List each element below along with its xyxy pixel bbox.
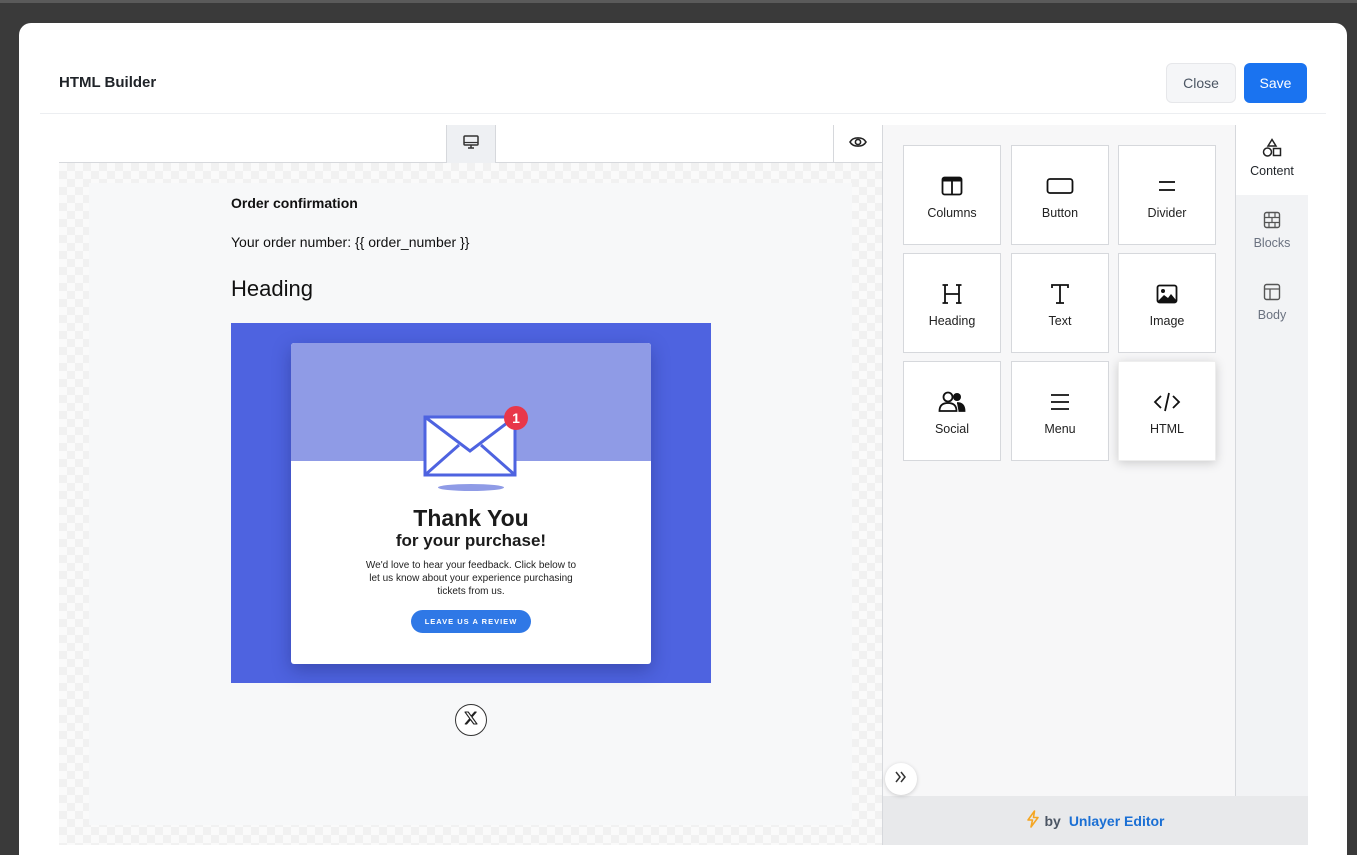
modal-title: HTML Builder bbox=[59, 74, 157, 91]
tool-label: Divider bbox=[1147, 206, 1187, 220]
html-icon bbox=[1153, 390, 1181, 414]
canvas-toolbar bbox=[59, 125, 882, 163]
heading-block[interactable]: Heading bbox=[231, 276, 313, 302]
tool-columns[interactable]: Columns bbox=[903, 145, 1001, 245]
editor: Order confirmation Your order number: {{… bbox=[59, 125, 1308, 845]
heading-icon bbox=[942, 282, 962, 306]
lightning-icon bbox=[1026, 810, 1040, 831]
desktop-view-button[interactable] bbox=[446, 125, 496, 163]
shapes-icon bbox=[1262, 137, 1282, 159]
tool-label: Columns bbox=[927, 206, 977, 220]
tool-divider[interactable]: Divider bbox=[1118, 145, 1216, 245]
envelope-icon: 1 bbox=[421, 405, 531, 482]
notification-badge: 1 bbox=[512, 410, 520, 426]
button-icon bbox=[1046, 174, 1074, 198]
unlayer-editor-link[interactable]: Unlayer Editor bbox=[1069, 813, 1165, 829]
leave-review-button: LEAVE US A REVIEW bbox=[411, 610, 531, 633]
menu-icon bbox=[1050, 390, 1070, 414]
save-button[interactable]: Save bbox=[1244, 63, 1307, 103]
tool-label: Social bbox=[934, 422, 970, 436]
tool-label: Button bbox=[1041, 206, 1079, 220]
nav-label: Body bbox=[1257, 308, 1287, 322]
x-icon bbox=[463, 710, 479, 731]
thank-you-title: Thank You bbox=[413, 505, 529, 531]
tool-label: Menu bbox=[1044, 422, 1076, 436]
tool-html[interactable]: HTML bbox=[1118, 361, 1216, 461]
canvas-area: Order confirmation Your order number: {{… bbox=[59, 125, 882, 845]
body-layout-icon bbox=[1263, 281, 1281, 303]
thank-you-body: We'd love to hear your feedback. Click b… bbox=[365, 560, 577, 597]
nav-label: Blocks bbox=[1253, 236, 1291, 250]
image-icon bbox=[1156, 282, 1178, 306]
html-builder-modal: HTML Builder Close Save Order confirmati… bbox=[19, 23, 1347, 855]
powered-by-footer: by Unlayer Editor bbox=[883, 796, 1308, 845]
footer-by-text: by bbox=[1044, 812, 1061, 829]
tool-label: HTML bbox=[1149, 422, 1185, 436]
social-icon bbox=[938, 390, 966, 414]
thank-you-card: 1 Thank You for your purchase! We'd love… bbox=[291, 343, 651, 664]
collapse-panel-button[interactable] bbox=[885, 763, 917, 795]
tool-heading[interactable]: Heading bbox=[903, 253, 1001, 353]
tool-social[interactable]: Social bbox=[903, 361, 1001, 461]
tool-label: Heading bbox=[928, 314, 976, 328]
text-icon bbox=[1050, 282, 1070, 306]
columns-icon bbox=[941, 174, 963, 198]
order-number-text[interactable]: Your order number: {{ order_number }} bbox=[231, 234, 469, 250]
desktop-icon bbox=[462, 134, 480, 155]
window-top-strip bbox=[0, 0, 1357, 3]
tool-text[interactable]: Text bbox=[1011, 253, 1109, 353]
envelope-shadow bbox=[438, 484, 504, 491]
blocks-icon bbox=[1263, 209, 1281, 231]
tool-label: Text bbox=[1048, 314, 1072, 328]
tool-button[interactable]: Button bbox=[1011, 145, 1109, 245]
side-panel: Columns Button Divider Heading Text Imag… bbox=[882, 125, 1308, 845]
divider-icon bbox=[1157, 174, 1177, 198]
nav-content[interactable]: Content bbox=[1236, 125, 1308, 195]
header-divider bbox=[40, 113, 1326, 114]
modal-header: HTML Builder Close Save bbox=[19, 23, 1347, 114]
hero-image[interactable]: 1 Thank You for your purchase! We'd love… bbox=[231, 323, 711, 683]
close-button[interactable]: Close bbox=[1166, 63, 1236, 103]
nav-body[interactable]: Body bbox=[1236, 269, 1308, 339]
tool-label: Image bbox=[1149, 314, 1185, 328]
panel-nav: Content Blocks Body bbox=[1235, 125, 1308, 796]
x-social-link[interactable] bbox=[455, 704, 487, 736]
order-confirmation-title[interactable]: Order confirmation bbox=[231, 195, 358, 211]
email-body[interactable]: Order confirmation Your order number: {{… bbox=[89, 183, 852, 825]
nav-blocks[interactable]: Blocks bbox=[1236, 197, 1308, 267]
tool-image[interactable]: Image bbox=[1118, 253, 1216, 353]
eye-icon bbox=[849, 135, 867, 154]
nav-label: Content bbox=[1250, 164, 1294, 178]
canvas-background: Order confirmation Your order number: {{… bbox=[59, 163, 882, 845]
chevrons-right-icon bbox=[894, 770, 908, 788]
thank-you-subtitle: for your purchase! bbox=[395, 531, 547, 550]
tool-menu[interactable]: Menu bbox=[1011, 361, 1109, 461]
preview-button[interactable] bbox=[833, 125, 882, 163]
